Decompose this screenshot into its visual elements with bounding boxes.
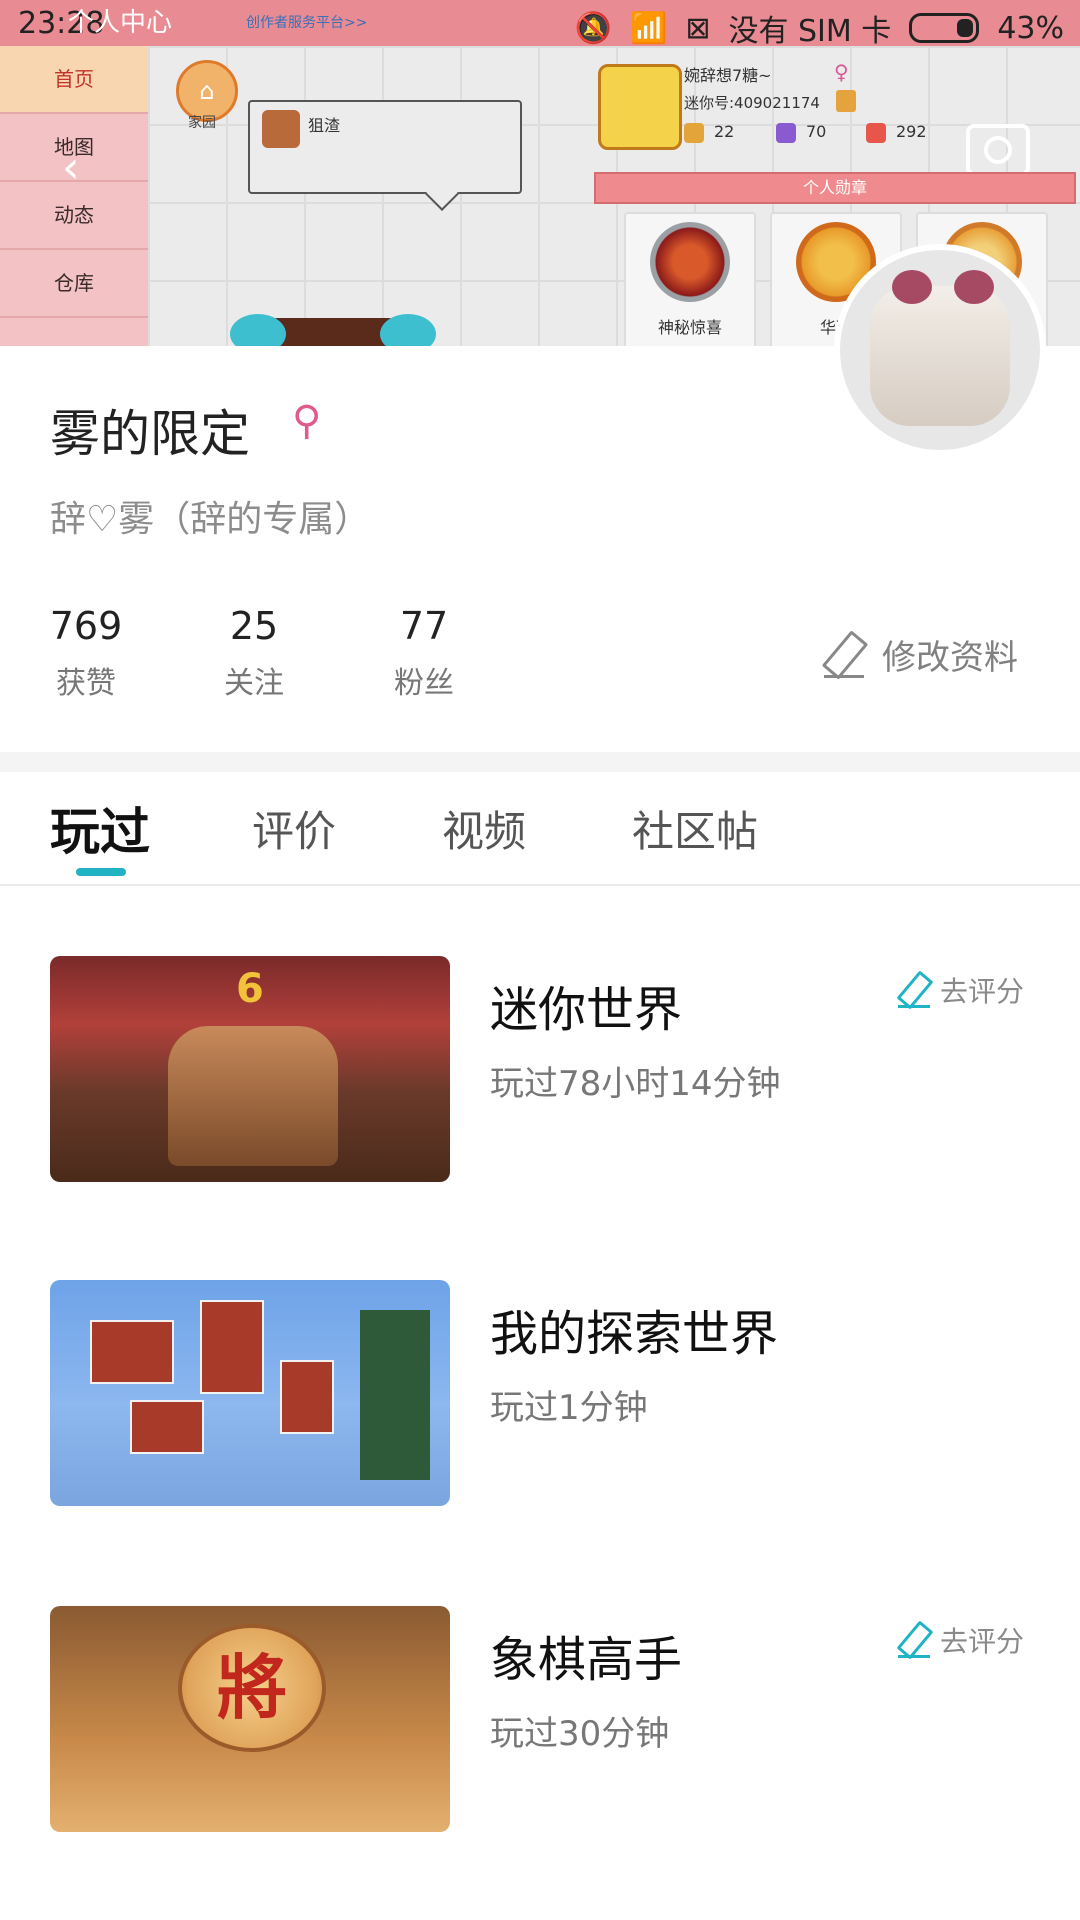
rate-label: 去评分 — [940, 975, 1025, 1008]
pen-icon — [898, 1622, 930, 1658]
female-small-icon: ♀ — [834, 60, 849, 84]
tab-played[interactable]: 玩过 — [50, 792, 150, 864]
edit-profile-button[interactable]: 修改资料 — [824, 630, 1018, 679]
crown-icon — [776, 122, 796, 143]
character-hair — [230, 314, 436, 346]
status-right-group: 🔕 📶 ⊠ 没有 SIM 卡 43% — [575, 6, 1064, 50]
game-list-item[interactable]: 6 迷你世界 玩过78小时14分钟 去评分 — [0, 956, 1080, 1182]
camera-icon[interactable] — [966, 124, 1030, 176]
medal-label: 神秘惊喜 — [657, 318, 722, 337]
back-arrow-icon[interactable]: ‹ — [62, 142, 80, 193]
creator-platform-link: 创作者服务平台>> — [246, 15, 368, 31]
game-thumbnail: 6 — [50, 956, 450, 1182]
game-title: 我的探索世界 — [490, 1306, 779, 1362]
flame-icon — [866, 122, 886, 143]
side-menu-item-storage: 仓库 — [0, 250, 148, 318]
medal-card: 神秘惊喜 — [624, 212, 756, 346]
note-icon — [836, 90, 856, 112]
profile-tabs: 玩过 评价 视频 社区帖 — [0, 772, 1080, 886]
banner-page-title: 个人中心 — [68, 8, 173, 38]
game-title: 迷你世界 — [490, 982, 683, 1038]
game-stat-3: 292 — [866, 122, 927, 143]
stat-following-label: 关注 — [224, 666, 284, 701]
mute-bell-icon: 🔕 — [574, 10, 612, 46]
profile-nickname: 雾的限定 — [50, 405, 250, 463]
game-stat-1-value: 22 — [714, 122, 735, 141]
chess-piece-art: 將 — [178, 1624, 326, 1752]
rate-button[interactable]: 去评分 — [898, 970, 1024, 1010]
game-title: 象棋高手 — [490, 1632, 683, 1688]
stat-following-value: 25 — [229, 604, 279, 648]
game-play-time: 玩过78小时14分钟 — [490, 1064, 781, 1104]
no-sim-icon: ⊠ — [685, 10, 711, 46]
edit-profile-label: 修改资料 — [882, 638, 1018, 678]
game-thumbnail: 將 — [50, 1606, 450, 1832]
avatar-hat-right — [954, 270, 994, 304]
stat-fans-value: 77 — [399, 604, 449, 648]
cake-number: 6 — [236, 966, 264, 1012]
game-play-time: 玩过30分钟 — [490, 1714, 670, 1754]
stat-fans-label: 粉丝 — [394, 666, 454, 701]
stat-fans[interactable]: 77 粉丝 — [364, 604, 484, 702]
game-thumbnail — [50, 1280, 450, 1506]
stat-likes[interactable]: 769 获赞 — [26, 604, 146, 702]
game-stat-3-value: 292 — [896, 122, 927, 141]
medal-bar: 个人勋章 — [594, 172, 1076, 204]
stat-likes-label: 获赞 — [56, 666, 116, 701]
wifi-icon: 📶 — [629, 10, 668, 46]
active-tab-indicator — [76, 868, 126, 876]
game-stat-1: 22 — [684, 122, 734, 143]
tab-reviews[interactable]: 评价 — [252, 798, 336, 859]
status-bar: 23:28 个人中心 创作者服务平台>> 🔕 📶 ⊠ 没有 SIM 卡 43% — [0, 0, 1080, 49]
block-art — [200, 1300, 264, 1394]
stat-following[interactable]: 25 关注 — [194, 604, 314, 702]
rate-label: 去评分 — [940, 1625, 1025, 1658]
house-icon — [262, 110, 300, 148]
section-divider — [0, 752, 1080, 772]
battery-percent: 43% — [997, 10, 1064, 46]
home-label: 家园 — [188, 115, 216, 131]
tab-videos[interactable]: 视频 — [442, 798, 526, 859]
game-stat-2-value: 70 — [806, 122, 827, 141]
rate-button[interactable]: 去评分 — [898, 1620, 1024, 1660]
tree-art — [360, 1310, 430, 1480]
medal-icon — [650, 222, 730, 302]
avatar-hat-left — [892, 270, 932, 304]
pencil-icon — [824, 632, 864, 678]
block-art — [280, 1360, 334, 1434]
profile-signature: 辞♡雾（辞的专属） — [50, 499, 371, 540]
game-side-menu: 首页 地图 动态 仓库 — [0, 46, 148, 346]
game-stat-2: 70 — [776, 122, 826, 143]
tab-posts[interactable]: 社区帖 — [632, 798, 758, 859]
cake-art — [168, 1026, 338, 1166]
block-art — [90, 1320, 174, 1384]
side-menu-item-home: 首页 — [0, 46, 148, 114]
avatar[interactable] — [834, 244, 1046, 456]
sim-status-text: 没有 SIM 卡 — [728, 14, 892, 49]
game-play-time: 玩过1分钟 — [490, 1388, 648, 1428]
star-icon — [684, 122, 704, 143]
pen-icon — [898, 972, 930, 1008]
game-avatar-image — [598, 64, 682, 150]
game-list-item[interactable]: 將 象棋高手 玩过30分钟 去评分 — [0, 1606, 1080, 1832]
speech-bubble-text: 狙渣 — [308, 116, 341, 135]
speech-bubble: 狙渣 — [248, 100, 522, 194]
block-art — [130, 1400, 204, 1454]
game-user-name: 婉辞想7糖~ — [684, 66, 772, 85]
game-list-item[interactable]: 我的探索世界 玩过1分钟 — [0, 1280, 1080, 1506]
avatar-photo — [870, 286, 1010, 426]
stat-likes-value: 769 — [49, 604, 123, 648]
female-gender-icon: ⚲ — [292, 398, 322, 444]
game-user-id: 迷你号:409021174 — [684, 94, 820, 112]
battery-icon — [909, 13, 980, 43]
